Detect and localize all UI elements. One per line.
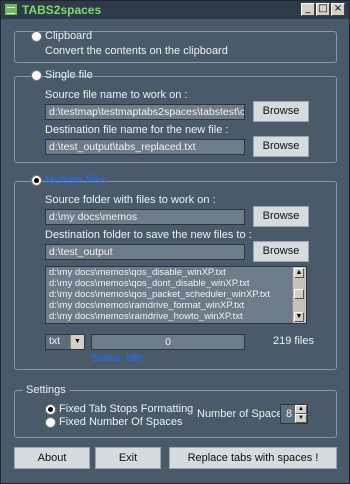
fixed-spaces-radio[interactable]	[45, 417, 56, 428]
title-bar[interactable]: TABS2spaces _ □ ×	[1, 1, 349, 19]
multi-dest-browse-button[interactable]: Browse	[253, 241, 309, 262]
maximize-button[interactable]: □	[316, 3, 330, 16]
multi-dest-label: Destination folder to save the new files…	[45, 229, 252, 241]
single-source-browse-button[interactable]: Browse	[253, 101, 309, 122]
multi-dest-input[interactable]: d:\test_output	[45, 244, 245, 260]
app-icon	[4, 3, 18, 16]
fixed-tab-stops-radio[interactable]	[45, 404, 56, 415]
replace-tabs-button[interactable]: Replace tabs with spaces !	[169, 447, 337, 469]
extension-select[interactable]: txt ▼	[45, 334, 85, 350]
clipboard-label: Clipboard	[45, 30, 93, 42]
list-item[interactable]: d:\my docs\memos\ramdrive_howto_winXP.tx…	[46, 311, 306, 322]
single-file-radio[interactable]	[31, 70, 42, 81]
fixed-tab-stops-label: Fixed Tab Stops Formatting	[59, 403, 194, 415]
chevron-down-icon[interactable]: ▼	[70, 335, 84, 349]
spin-down-icon[interactable]: ▼	[295, 414, 307, 423]
clipboard-radio[interactable]	[31, 31, 42, 42]
file-count: 219 files	[273, 335, 314, 347]
spin-up-icon[interactable]: ▲	[295, 405, 307, 414]
scroll-up-icon[interactable]: ▲	[294, 268, 304, 278]
about-button[interactable]: About	[14, 447, 90, 469]
list-item[interactable]: d:\my docs\memos\qos_dont_disable_winXP.…	[46, 278, 306, 289]
single-file-label: Single file	[45, 69, 93, 81]
file-list[interactable]: d:\my docs\memos\qos_disable_winXP.txt d…	[45, 266, 307, 324]
close-button[interactable]: ×	[331, 3, 345, 16]
multiple-files-label: Multiple files	[45, 174, 106, 186]
status-text: Status: idle ...	[91, 352, 155, 364]
minimize-button[interactable]: _	[301, 3, 315, 16]
multi-source-browse-button[interactable]: Browse	[253, 206, 309, 227]
multiple-files-radio[interactable]	[31, 175, 42, 186]
exit-button[interactable]: Exit	[95, 447, 161, 469]
extension-value: txt	[49, 335, 61, 347]
single-dest-browse-button[interactable]: Browse	[253, 136, 309, 157]
list-item[interactable]: d:\my docs\memos\ramdrive_format_winXP.t…	[46, 300, 306, 311]
single-source-label: Source file name to work on :	[45, 89, 188, 101]
multi-source-input[interactable]: d:\my docs\memos	[45, 209, 245, 225]
scroll-thumb[interactable]	[294, 289, 304, 299]
settings-title: Settings	[23, 384, 69, 396]
spaces-value: 8	[286, 408, 293, 420]
fixed-spaces-label: Fixed Number Of Spaces	[59, 416, 183, 428]
app-window: TABS2spaces _ □ × Clipboard Convert the …	[0, 0, 350, 484]
list-item[interactable]: d:\my docs\memos\qos_disable_winXP.txt	[46, 267, 306, 278]
list-item[interactable]: d:\my docs\memos\qos_packet_scheduler_wi…	[46, 289, 306, 300]
progress-field: 0	[91, 334, 245, 350]
single-source-input[interactable]: d:\testmap\testmaptabs2spaces\tabstest\c…	[45, 104, 245, 120]
multi-source-label: Source folder with files to work on :	[45, 194, 216, 206]
single-dest-label: Destination file name for the new file :	[45, 124, 229, 136]
scroll-down-icon[interactable]: ▼	[294, 312, 304, 322]
file-list-scrollbar[interactable]: ▲ ▼	[292, 267, 306, 323]
single-dest-input[interactable]: d:\test_output\tabs_replaced.txt	[45, 139, 245, 155]
window-title: TABS2spaces	[22, 3, 102, 17]
spaces-stepper[interactable]: 8 ▲ ▼	[280, 404, 308, 424]
spaces-label: Number of Spaces:	[197, 408, 292, 420]
clipboard-description: Convert the contents on the clipboard	[45, 45, 228, 57]
